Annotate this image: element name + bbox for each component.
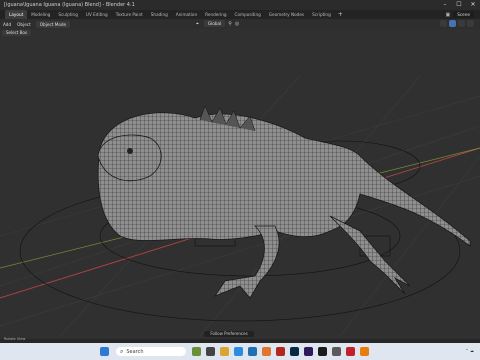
app-icon-10[interactable] (318, 347, 327, 356)
search-icon: ⌕ (120, 347, 124, 355)
windows-taskbar: ⌕ Search ⌃ ☁ (0, 343, 480, 360)
rendered-shading-icon[interactable] (467, 20, 474, 27)
tab-layout[interactable]: Layout (5, 10, 28, 19)
scene-label: Scene (453, 11, 474, 18)
app-icon-5[interactable] (248, 347, 257, 356)
material-shading-icon[interactable] (458, 20, 465, 27)
tool-header: Select Box (0, 29, 480, 36)
tab-compositing[interactable]: Compositing (231, 10, 265, 19)
workspace-bar: Layout Modeling Sculpting UV Editing Tex… (0, 10, 480, 19)
tab-texture-paint[interactable]: Texture Paint (112, 10, 147, 19)
menu-object[interactable]: Object (14, 22, 34, 27)
window-title: [iguana\Iguana Iguana (Iguana) Blend] - … (4, 2, 135, 8)
status-left: Rotate View (4, 337, 26, 341)
orientation-icon: ⌖ (196, 20, 199, 27)
transform-controls: ⌖ Global ⚲ ◎ (196, 20, 239, 27)
tab-animation[interactable]: Animation (172, 10, 201, 19)
tab-geometry-nodes[interactable]: Geometry Nodes (265, 10, 308, 19)
system-tray[interactable]: ⌃ ☁ (465, 348, 474, 353)
app-icon-12[interactable] (346, 347, 355, 356)
3d-viewport[interactable] (0, 36, 480, 337)
app-icon-2[interactable] (206, 347, 215, 356)
tab-modeling[interactable]: Modeling (27, 10, 54, 19)
app-icon-13[interactable] (360, 347, 369, 356)
tab-scripting[interactable]: Scripting (308, 10, 335, 19)
select-box-dropdown[interactable]: Select Box (2, 29, 32, 36)
scene-selector[interactable]: ▣ Scene (445, 11, 474, 18)
tab-rendering[interactable]: Rendering (201, 10, 230, 19)
iguana-eye (127, 148, 133, 154)
scene-icon: ▣ (445, 11, 451, 18)
tab-shading[interactable]: Shading (147, 10, 172, 19)
app-icon-11[interactable] (332, 347, 341, 356)
snap-icon[interactable]: ⚲ (228, 21, 232, 27)
shading-buttons (440, 20, 474, 27)
start-icon[interactable] (100, 347, 109, 356)
taskbar-search[interactable]: ⌕ Search (116, 347, 186, 356)
viewport-status: Follow Preferences (204, 331, 254, 337)
viewport-header: Add Object Object Mode ⌖ Global ⚲ ◎ (0, 19, 480, 29)
app-icon-9[interactable] (304, 347, 313, 356)
workspace-tabs: Layout Modeling Sculpting UV Editing Tex… (5, 10, 346, 19)
viewport-canvas (0, 75, 480, 337)
maximize-button[interactable]: ☐ (452, 0, 466, 10)
app-icon-3[interactable] (220, 347, 229, 356)
tab-sculpting[interactable]: Sculpting (54, 10, 82, 19)
app-icon-7[interactable] (276, 347, 285, 356)
tab-uv-editing[interactable]: UV Editing (82, 10, 112, 19)
mode-dropdown[interactable]: Object Mode (35, 20, 71, 28)
close-button[interactable]: ✕ (466, 0, 480, 10)
iguana-mesh (97, 105, 471, 299)
transform-orientation-dropdown[interactable]: Global (203, 20, 226, 27)
proportional-icon[interactable]: ◎ (235, 21, 239, 27)
app-icon-8[interactable] (290, 347, 299, 356)
title-bar: [iguana\Iguana Iguana (Iguana) Blend] - … (0, 0, 480, 10)
wireframe-shading-icon[interactable] (440, 20, 447, 27)
app-icon-4[interactable] (234, 347, 243, 356)
app-icon-6[interactable] (262, 347, 271, 356)
add-workspace-button[interactable]: + (335, 10, 346, 19)
app-icon-1[interactable] (192, 347, 201, 356)
solid-shading-icon[interactable] (449, 20, 456, 27)
window-controls: – ☐ ✕ (438, 0, 480, 10)
minimize-button[interactable]: – (438, 0, 452, 10)
search-label: Search (126, 348, 144, 355)
menu-add[interactable]: Add (0, 22, 14, 27)
